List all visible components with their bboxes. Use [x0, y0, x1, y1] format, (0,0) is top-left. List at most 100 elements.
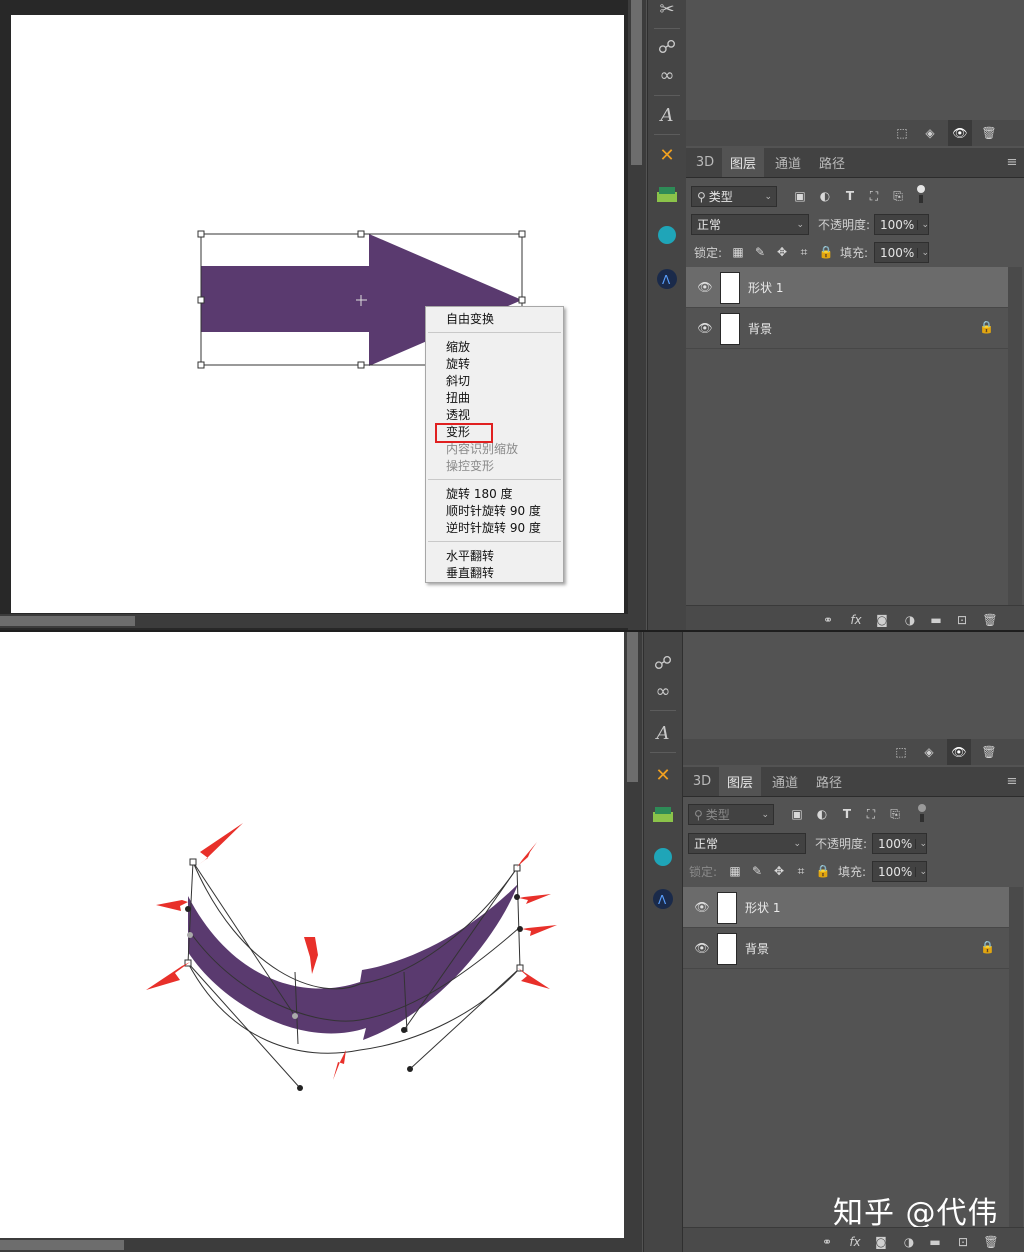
- visibility-eye-icon[interactable]: 👁: [697, 320, 713, 336]
- tab-channels[interactable]: 通道: [765, 767, 805, 796]
- menu-item-rotate[interactable]: 旋转: [446, 356, 470, 372]
- horizontal-scroll-thumb[interactable]: [0, 616, 135, 626]
- type-filter-icon[interactable]: T: [842, 188, 858, 204]
- tool-type-icon[interactable]: A: [648, 98, 686, 132]
- adjustment-icon[interactable]: ◑: [902, 612, 918, 628]
- menu-item-scale[interactable]: 缩放: [446, 339, 470, 355]
- tab-channels[interactable]: 通道: [768, 148, 808, 177]
- trash-icon[interactable]: 🗑: [983, 1234, 999, 1250]
- fx-icon[interactable]: fx: [848, 612, 864, 628]
- lock-paint-icon[interactable]: ✎: [749, 863, 765, 879]
- menu-item-rotate-90-ccw[interactable]: 逆时针旋转 90 度: [446, 520, 541, 536]
- vertical-scrollbar[interactable]: [628, 0, 646, 630]
- trash-icon[interactable]: 🗑: [982, 612, 998, 628]
- trash-icon[interactable]: 🗑: [981, 125, 997, 141]
- dotted-select-icon[interactable]: ⬚: [893, 744, 909, 760]
- lock-move-icon[interactable]: ✥: [771, 863, 787, 879]
- tool-layers3d-icon[interactable]: [644, 798, 682, 832]
- folder-icon[interactable]: ▬: [927, 1234, 943, 1250]
- tool-cc-icon[interactable]: ∞: [644, 674, 682, 708]
- filter-toggle-icon[interactable]: [916, 183, 926, 205]
- link-icon[interactable]: ⚭: [820, 612, 836, 628]
- fill-input[interactable]: 100% ⌄: [874, 242, 929, 263]
- tab-paths[interactable]: 路径: [812, 148, 852, 177]
- lock-all-icon[interactable]: 🔒: [815, 863, 831, 879]
- menu-item-skew[interactable]: 斜切: [446, 373, 470, 389]
- tool-brush-icon[interactable]: ✂: [648, 0, 686, 26]
- horizontal-scrollbar[interactable]: [0, 1238, 624, 1252]
- tab-paths[interactable]: 路径: [809, 767, 849, 796]
- menu-item-distort[interactable]: 扭曲: [446, 390, 470, 406]
- image-filter-icon[interactable]: ▣: [789, 806, 805, 822]
- horizontal-scrollbar[interactable]: [0, 614, 628, 628]
- lock-transparent-icon[interactable]: ▦: [730, 244, 746, 260]
- tool-cc-icon[interactable]: ∞: [648, 58, 686, 92]
- tool-brushes-icon[interactable]: ✕: [644, 758, 682, 792]
- new-layer-icon[interactable]: ⊡: [954, 612, 970, 628]
- adjustment-icon[interactable]: ◑: [901, 1234, 917, 1250]
- menu-item-free-transform[interactable]: 自由变换: [446, 311, 494, 327]
- lock-artboard-icon[interactable]: ⌗: [796, 244, 812, 260]
- link-icon[interactable]: ⚭: [819, 1234, 835, 1250]
- smartobject-filter-icon[interactable]: ⎘: [887, 806, 903, 822]
- tool-ball-icon[interactable]: [648, 218, 686, 252]
- layer-row-background[interactable]: 👁 背景 🔒: [686, 308, 1008, 349]
- tool-type-icon[interactable]: A: [644, 716, 682, 750]
- layers-scrollbar[interactable]: [1008, 267, 1022, 607]
- shape-filter-icon[interactable]: ⛶: [863, 806, 879, 822]
- layer-row-shape[interactable]: 👁 形状 1: [686, 267, 1008, 308]
- tab-layers[interactable]: 图层: [719, 767, 761, 796]
- menu-item-flip-horizontal[interactable]: 水平翻转: [446, 548, 494, 564]
- panel-menu-icon[interactable]: ≡: [1002, 148, 1022, 177]
- menu-item-rotate-90-cw[interactable]: 顺时针旋转 90 度: [446, 503, 541, 519]
- layers-scrollbar[interactable]: [1009, 887, 1023, 1227]
- warp-arrow[interactable]: [0, 632, 624, 1252]
- lock-artboard-icon[interactable]: ⌗: [793, 863, 809, 879]
- opacity-input[interactable]: 100% ⌄: [872, 833, 927, 854]
- tab-3d[interactable]: 3D: [690, 148, 720, 177]
- new-layer-icon[interactable]: ⊡: [955, 1234, 971, 1250]
- opacity-input[interactable]: 100% ⌄: [874, 214, 929, 235]
- lock-transparent-icon[interactable]: ▦: [727, 863, 743, 879]
- diamond-icon[interactable]: ◈: [921, 744, 937, 760]
- layer-row-shape[interactable]: 👁 形状 1: [683, 887, 1009, 928]
- fx-icon[interactable]: fx: [847, 1234, 863, 1250]
- vertical-scrollbar[interactable]: [624, 632, 642, 1252]
- mask-icon[interactable]: ◙: [874, 612, 890, 628]
- blend-mode-select[interactable]: 正常 ⌄: [688, 833, 806, 854]
- adjustment-filter-icon[interactable]: ◐: [814, 806, 830, 822]
- diamond-icon[interactable]: ◈: [922, 125, 938, 141]
- tool-layers3d-icon[interactable]: [648, 178, 686, 212]
- shape-filter-icon[interactable]: ⛶: [866, 188, 882, 204]
- lock-all-icon[interactable]: 🔒: [818, 244, 834, 260]
- layer-filter-select[interactable]: ⚲ 类型 ⌄: [691, 186, 777, 207]
- tab-3d[interactable]: 3D: [687, 767, 717, 796]
- tab-layers[interactable]: 图层: [722, 148, 764, 177]
- dotted-select-icon[interactable]: ⬚: [894, 125, 910, 141]
- image-filter-icon[interactable]: ▣: [792, 188, 808, 204]
- eye-icon[interactable]: 👁: [951, 744, 967, 760]
- menu-item-perspective[interactable]: 透视: [446, 407, 470, 423]
- tool-app-icon[interactable]: Λ: [644, 882, 682, 916]
- menu-item-rotate-180[interactable]: 旋转 180 度: [446, 486, 513, 502]
- visibility-eye-icon[interactable]: 👁: [697, 279, 713, 295]
- blend-mode-select[interactable]: 正常 ⌄: [691, 214, 809, 235]
- smartobject-filter-icon[interactable]: ⎘: [890, 188, 906, 204]
- layer-filter-select[interactable]: ⚲ 类型 ⌄: [688, 804, 774, 825]
- layer-row-background[interactable]: 👁 背景 🔒: [683, 928, 1009, 969]
- horizontal-scroll-thumb[interactable]: [0, 1240, 124, 1250]
- mask-icon[interactable]: ◙: [873, 1234, 889, 1250]
- type-filter-icon[interactable]: T: [839, 806, 855, 822]
- vertical-scroll-thumb[interactable]: [631, 0, 642, 165]
- vertical-scroll-thumb[interactable]: [627, 632, 638, 782]
- fill-input[interactable]: 100% ⌄: [872, 861, 927, 882]
- tool-app-icon[interactable]: Λ: [648, 262, 686, 296]
- menu-item-flip-vertical[interactable]: 垂直翻转: [446, 565, 494, 581]
- tool-ball-icon[interactable]: [644, 840, 682, 874]
- lock-move-icon[interactable]: ✥: [774, 244, 790, 260]
- visibility-eye-icon[interactable]: 👁: [694, 899, 710, 915]
- eye-icon[interactable]: 👁: [952, 125, 968, 141]
- trash-icon[interactable]: 🗑: [981, 744, 997, 760]
- panel-menu-icon[interactable]: ≡: [1002, 767, 1022, 796]
- folder-icon[interactable]: ▬: [928, 612, 944, 628]
